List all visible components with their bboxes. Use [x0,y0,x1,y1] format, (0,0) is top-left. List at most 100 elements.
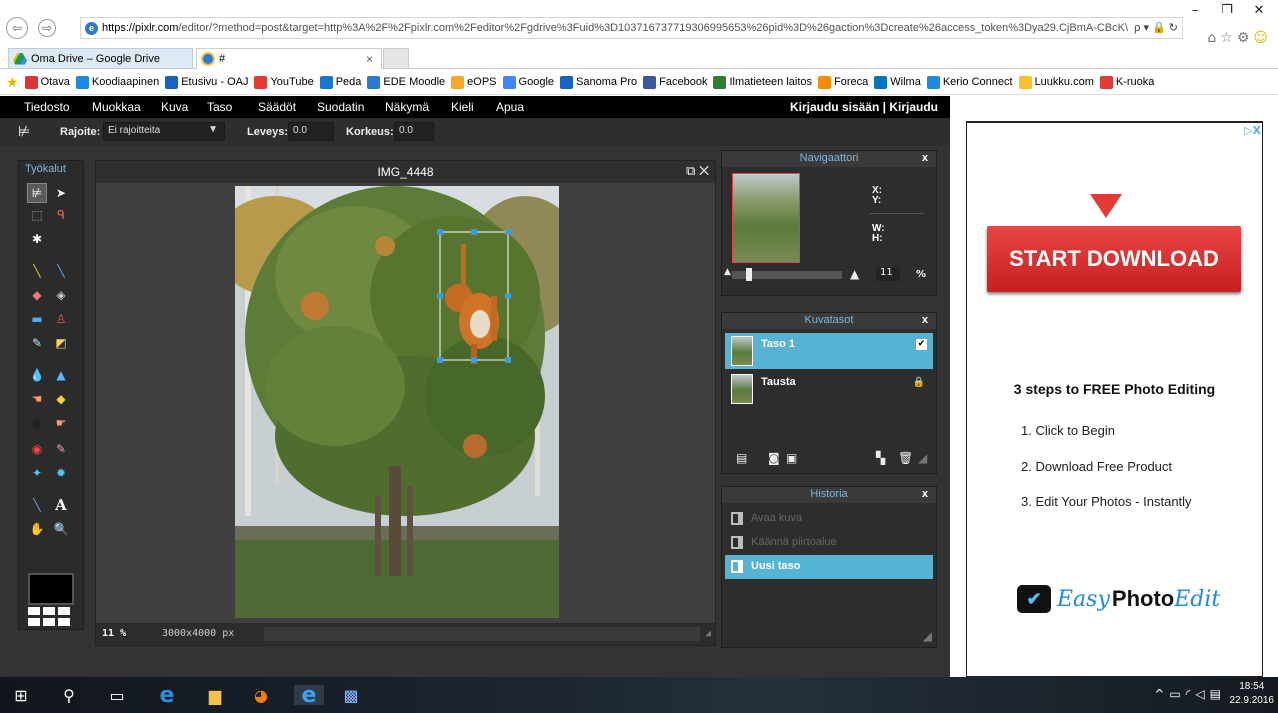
dodge-tool-icon[interactable]: ● [27,413,47,433]
sharpen-tool-icon[interactable]: ▲ [51,365,71,385]
history-item-new-layer[interactable]: Uusi taso [725,555,933,579]
layer-row-taso1[interactable]: Taso 1 ✔ [725,333,933,369]
image-window-controls[interactable]: ⧉ ✕ [686,163,709,179]
favorite-google[interactable]: Google [502,75,554,89]
pinch-tool-icon[interactable]: ✹ [51,463,71,483]
windows-start-icon[interactable]: ⊞ [10,685,32,705]
menu-layer[interactable]: Taso [207,100,232,114]
close-icon[interactable]: x [922,314,928,326]
menu-image[interactable]: Kuva [161,100,188,114]
lock-icon[interactable]: 🔒 [913,377,925,388]
red-eye-tool-icon[interactable]: ◉ [27,439,47,459]
zoom-readout[interactable]: 11 % [102,628,126,639]
magic-wand-tool-icon[interactable]: ✱ [27,229,47,249]
history-item-open-image[interactable]: Avaa kuva [725,507,933,531]
tab-pixlr[interactable]: # × [196,48,382,69]
bucket-tool-icon[interactable]: ◈ [51,285,71,305]
history-item-rotate-canvas[interactable]: Käännä piirtoalue [725,531,933,555]
menu-view[interactable]: Näkymä [385,100,429,114]
menu-file[interactable]: Tiedosto [24,100,70,114]
firefox-icon[interactable]: ◕ [250,685,272,705]
menu-adjustment[interactable]: Säädöt [258,100,296,114]
move-tool-icon[interactable]: ➤ [51,183,71,203]
spot-heal-tool-icon[interactable]: ✎ [51,439,71,459]
layer-row-tausta[interactable]: Tausta 🔒 [725,371,933,407]
favorite-foreca[interactable]: Foreca [818,75,868,89]
grid-icon[interactable] [28,607,72,629]
constraint-dropdown[interactable]: Ei rajoitteita ▼ [103,122,225,141]
foreground-color-swatch[interactable] [28,573,74,605]
adchoices-icon[interactable]: ▷X [1244,124,1261,137]
internet-explorer-icon[interactable]: e [294,683,324,708]
favorites-star-icon[interactable]: ★ [6,74,19,91]
layer-settings-icon[interactable]: ▤ [736,451,747,465]
task-view-icon[interactable]: ▭ [106,685,128,705]
menu-filter[interactable]: Suodatin [317,100,364,114]
zoom-slider-knob[interactable] [746,268,752,281]
close-tab-icon[interactable]: × [366,52,373,66]
layer-visible-checkbox[interactable]: ✔ [916,339,927,350]
close-icon[interactable]: x [922,488,928,500]
brush-tool-icon[interactable]: ╲ [51,261,71,281]
edge-browser-icon[interactable]: e [156,683,178,708]
layer-styles-icon[interactable]: ▣ [786,451,797,465]
start-download-button[interactable]: START DOWNLOAD [987,226,1241,292]
resize-grip-icon[interactable]: ◢ [705,628,711,639]
type-tool-icon[interactable]: A [51,495,71,515]
favorite-facebook[interactable]: Facebook [643,75,707,89]
favorite-wilma[interactable]: Wilma [874,75,921,89]
favorite-ilmatieteen-laitos[interactable]: Ilmatieteen laitos [713,75,812,89]
navigator-thumbnail[interactable] [732,173,800,263]
new-layer-icon[interactable]: ▚ [876,451,885,465]
horizontal-scrollbar[interactable] [264,627,700,641]
hand-tool-icon[interactable]: ✋ [27,519,47,539]
favorite-youtube[interactable]: YouTube [254,75,314,89]
favorite-ede-moodle[interactable]: EDE Moodle [367,75,445,89]
photo-canvas[interactable] [235,186,559,618]
burn-tool-icon[interactable]: ☛ [51,413,71,433]
favorite-luukku-com[interactable]: Luukku.com [1018,75,1094,89]
menu-help[interactable]: Apua [496,100,524,114]
zoom-slider[interactable]: ▲ [724,267,842,281]
back-button[interactable]: ⇦ [6,17,28,39]
gradient-tool-icon[interactable]: ▬ [27,309,47,329]
zoom-in-mountain-icon[interactable]: ▲ [850,267,859,281]
browser-toolbar-icons[interactable]: ⌂☆⚙☺ [1207,30,1272,46]
resize-grip-icon[interactable]: ◢ [923,629,932,643]
trash-icon[interactable]: 🗑 [898,451,913,465]
pencil-tool-icon[interactable]: ╲ [27,261,47,281]
address-bar[interactable]: e https://pixlr.com/editor/?method=post&… [80,17,1183,39]
system-tray[interactable]: ^▭◜◁▤ [1154,687,1226,701]
lasso-tool-icon[interactable]: ᑫ [51,205,71,225]
height-field[interactable]: 0.0 [394,122,434,141]
eraser-tool-icon[interactable]: ◆ [27,285,47,305]
favorite-kerio-connect[interactable]: Kerio Connect [926,75,1013,89]
resize-grip-icon[interactable]: ◢ [918,451,927,465]
new-tab-button[interactable] [383,48,409,69]
menu-edit[interactable]: Muokkaa [92,100,141,114]
favorite-peda[interactable]: Peda [319,75,361,89]
favorite-k-ruoka[interactable]: K-ruoka [1099,75,1154,89]
advertisement[interactable]: ▷X START DOWNLOAD 3 steps to FREE Photo … [966,121,1263,677]
login-links[interactable]: Kirjaudu sisään | Kirjaudu [790,100,938,114]
navigator-zoom-field[interactable]: 11 [876,267,900,281]
color-replace-tool-icon[interactable]: ✎ [27,333,47,353]
smudge-tool-icon[interactable]: ☚ [27,389,47,409]
crop-tool-icon[interactable]: ⊭ [27,183,47,203]
forward-button[interactable]: ⇨ [38,19,56,37]
menu-language[interactable]: Kieli [451,100,474,114]
color-picker-tool-icon[interactable]: ╲ [27,495,47,515]
bloat-tool-icon[interactable]: ✦ [27,463,47,483]
favorite-koodiaapinen[interactable]: Koodiaapinen [75,75,159,89]
sponge-tool-icon[interactable]: ◆ [51,389,71,409]
marquee-tool-icon[interactable]: ⬚ [27,205,47,225]
file-explorer-icon[interactable]: ▆ [204,685,226,705]
taskbar-clock[interactable]: 18:54 22.9.2016 [1230,680,1275,708]
drawing-tool-icon[interactable]: ◩ [51,333,71,353]
favorite-eops[interactable]: eOPS [451,75,497,89]
clone-stamp-tool-icon[interactable]: ♙ [51,309,71,329]
layer-mask-icon[interactable]: ◙ [768,451,780,465]
close-icon[interactable]: x [922,152,928,164]
tab-google-drive[interactable]: Oma Drive – Google Drive [8,48,193,69]
blur-tool-icon[interactable]: 💧 [27,365,47,385]
